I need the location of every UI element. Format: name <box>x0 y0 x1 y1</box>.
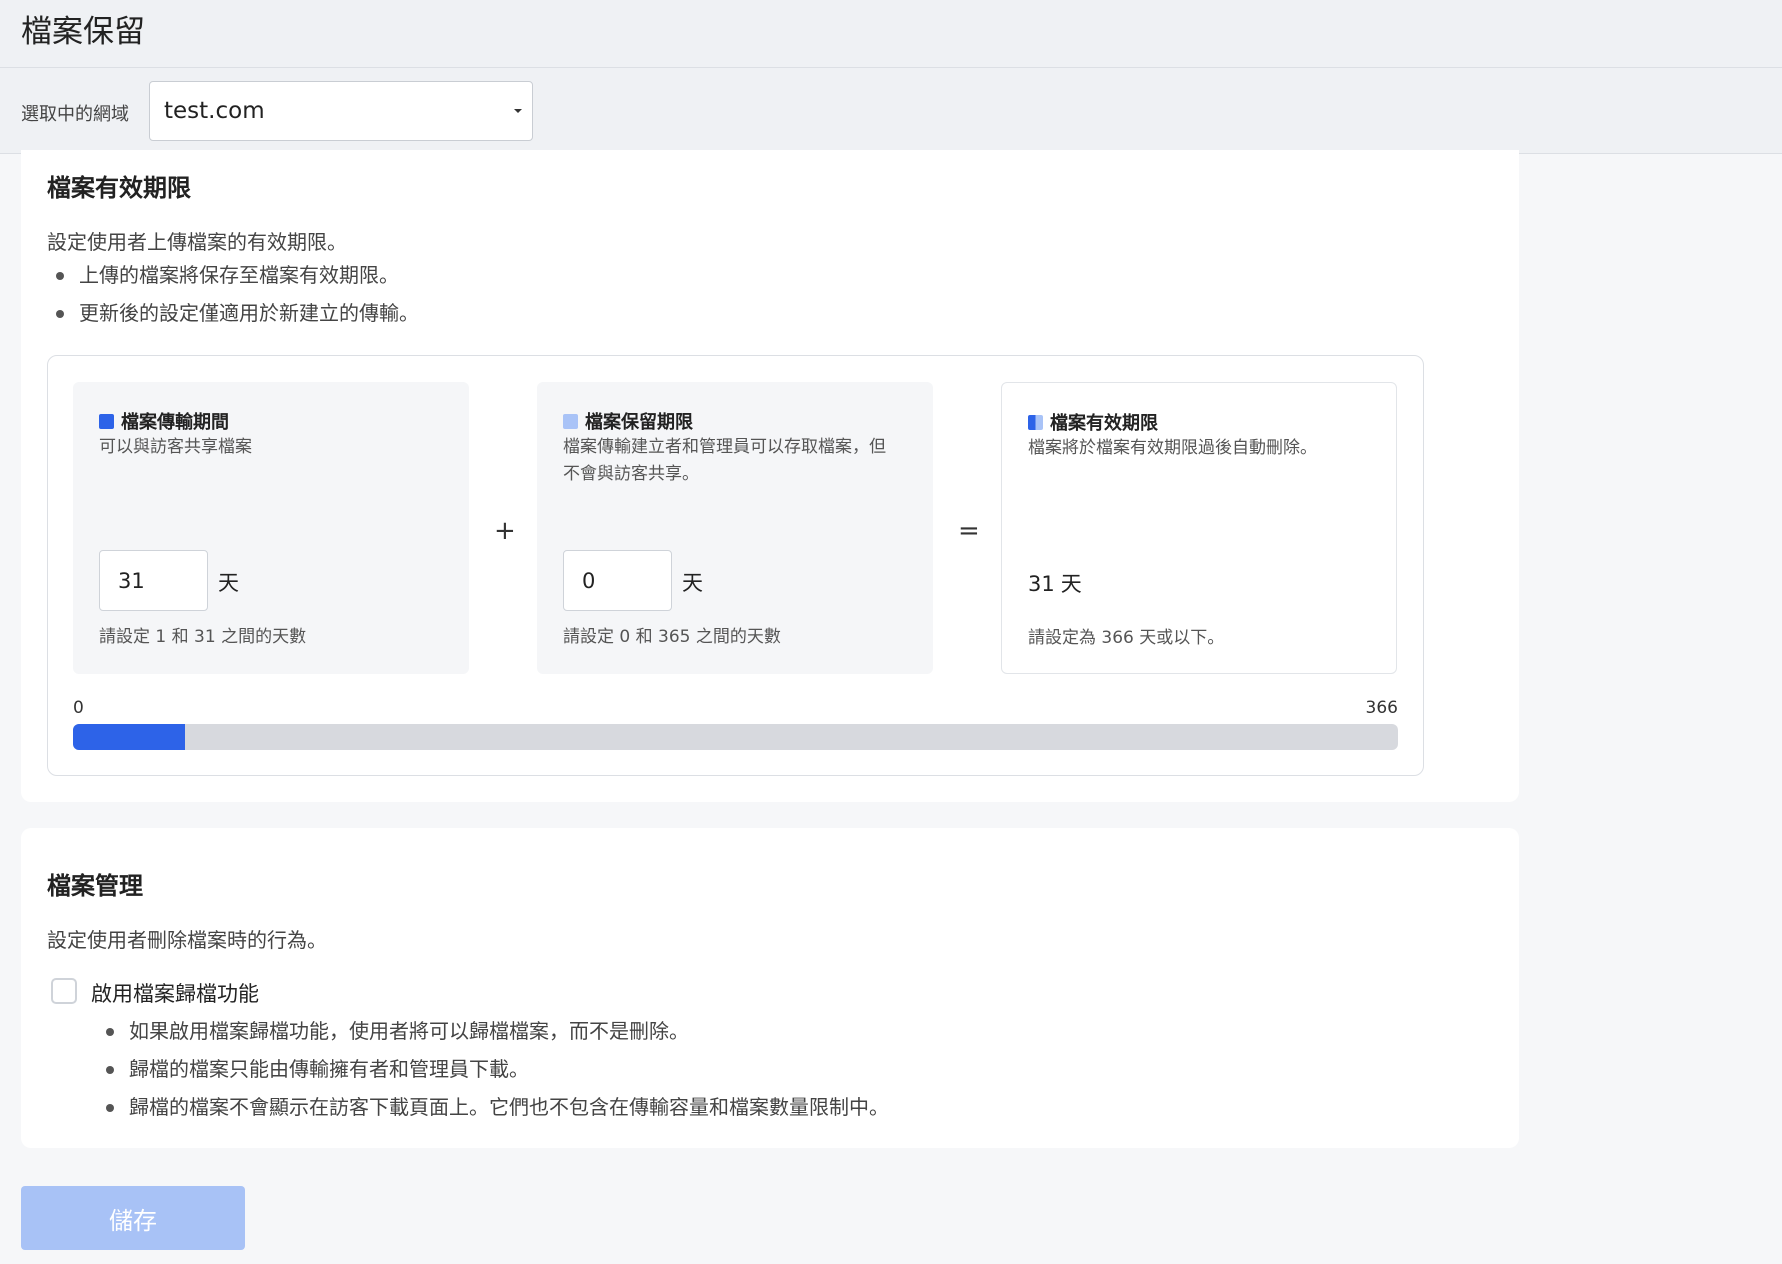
management-description: 設定使用者刪除檔案時的行為。 <box>47 928 327 952</box>
expiration-description: 設定使用者上傳檔案的有效期限。 <box>47 230 347 254</box>
transfer-days-hint: 請設定 1 和 31 之間的天數 <box>99 627 307 647</box>
expiration-card: 檔案有效期限 設定使用者上傳檔案的有效期限。 上傳的檔案將保存至檔案有效期限。 … <box>21 150 1519 802</box>
list-item: 歸檔的檔案不會顯示在訪客下載頁面上。它們也不包含在傳輸容量和檔案數量限制中。 <box>97 1088 889 1126</box>
equals-sign: = <box>958 516 980 546</box>
total-days-hint: 請設定為 366 天或以下。 <box>1028 628 1225 648</box>
archive-checkbox-label[interactable]: 啟用檔案歸檔功能 <box>91 978 259 1008</box>
expiration-bullets: 上傳的檔案將保存至檔案有效期限。 更新後的設定僅適用於新建立的傳輸。 <box>47 256 419 332</box>
retention-days-unit: 天 <box>682 571 703 595</box>
retention-period-title-text: 檔案保留期限 <box>585 412 693 433</box>
list-item: 更新後的設定僅適用於新建立的傳輸。 <box>47 294 419 332</box>
light-blue-square-icon <box>563 413 578 429</box>
total-expiration-panel: 檔案有效期限 檔案將於檔案有效期限過後自動刪除。 31 天 請設定為 366 天或… <box>1001 382 1397 674</box>
total-expiration-title: 檔案有效期限 <box>1028 409 1158 435</box>
archive-checkbox[interactable] <box>51 978 77 1004</box>
progress-min-label: 0 <box>73 698 84 718</box>
plus-sign: + <box>494 516 516 546</box>
total-expiration-title-text: 檔案有效期限 <box>1050 413 1158 434</box>
management-title: 檔案管理 <box>47 872 143 900</box>
list-item: 上傳的檔案將保存至檔案有效期限。 <box>47 256 419 294</box>
save-button[interactable]: 儲存 <box>21 1186 245 1250</box>
page-title: 檔案保留 <box>21 14 145 50</box>
top-bar: 檔案保留 選取中的網域 test.com <box>0 0 1782 154</box>
list-item: 如果啟用檔案歸檔功能，使用者將可以歸檔檔案，而不是刪除。 <box>97 1012 889 1050</box>
total-days-value: 31 天 <box>1028 568 1082 598</box>
transfer-days-input[interactable]: 31 <box>99 550 208 611</box>
total-days-unit: 天 <box>1060 572 1082 596</box>
progress-max-label: 366 <box>1365 698 1398 718</box>
transfer-days-unit: 天 <box>218 571 239 595</box>
retention-days-hint: 請設定 0 和 365 之間的天數 <box>563 627 781 647</box>
list-item: 歸檔的檔案只能由傳輸擁有者和管理員下載。 <box>97 1050 889 1088</box>
total-days-number: 31 <box>1028 572 1055 596</box>
total-expiration-description: 檔案將於檔案有效期限過後自動刪除。 <box>1028 438 1317 458</box>
caret-down-icon <box>514 109 522 113</box>
management-card: 檔案管理 設定使用者刪除檔案時的行為。 啟用檔案歸檔功能 如果啟用檔案歸檔功能，… <box>21 828 1519 1148</box>
retention-period-title: 檔案保留期限 <box>563 408 693 434</box>
expiration-calculator: 檔案傳輸期間 可以與訪客共享檔案 31 天 請設定 1 和 31 之間的天數 +… <box>47 355 1424 776</box>
retention-period-panel: 檔案保留期限 檔案傳輸建立者和管理員可以存取檔案，但不會與訪客共享。 0 天 請… <box>537 382 933 674</box>
expiration-title: 檔案有效期限 <box>47 174 191 202</box>
management-bullets: 如果啟用檔案歸檔功能，使用者將可以歸檔檔案，而不是刪除。 歸檔的檔案只能由傳輸擁… <box>97 1012 889 1126</box>
retention-period-description: 檔案傳輸建立者和管理員可以存取檔案，但不會與訪客共享。 <box>563 437 886 484</box>
domain-select-value: test.com <box>164 98 265 124</box>
domain-select[interactable]: test.com <box>149 81 533 141</box>
blue-square-icon <box>99 413 114 429</box>
expiration-progress-bar <box>73 724 1398 750</box>
split-square-icon <box>1028 414 1043 430</box>
transfer-period-panel: 檔案傳輸期間 可以與訪客共享檔案 31 天 請設定 1 和 31 之間的天數 <box>73 382 469 674</box>
domain-label: 選取中的網域 <box>21 104 129 125</box>
transfer-period-title: 檔案傳輸期間 <box>99 408 229 434</box>
transfer-period-fill <box>73 724 186 750</box>
transfer-period-title-text: 檔案傳輸期間 <box>121 412 229 433</box>
transfer-period-description: 可以與訪客共享檔案 <box>99 437 252 457</box>
divider <box>0 67 1782 68</box>
retention-days-input[interactable]: 0 <box>563 550 672 611</box>
